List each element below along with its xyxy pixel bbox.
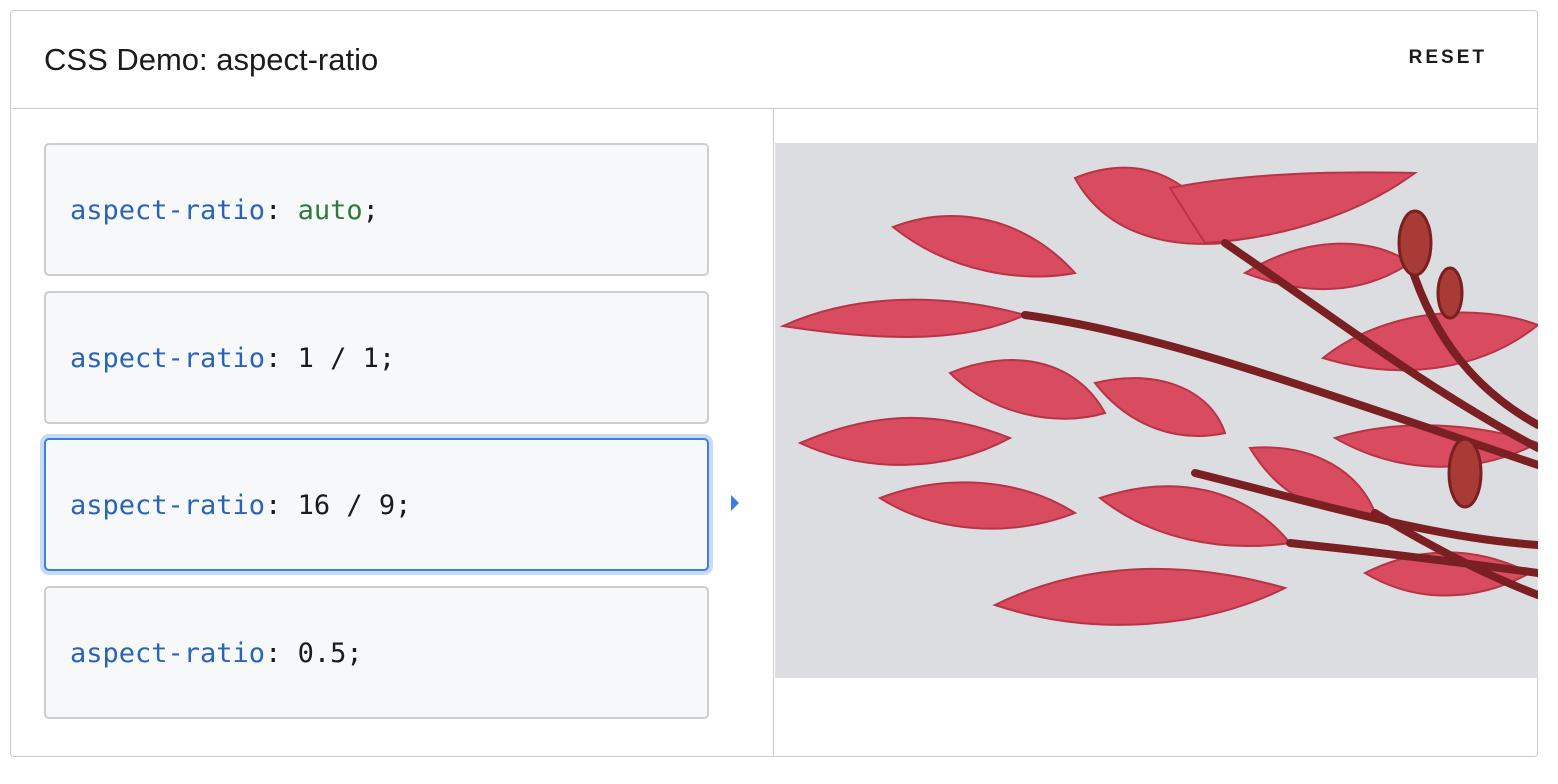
code-options-panel: aspect-ratio: auto; aspect-ratio: 1 / 1;… xyxy=(11,109,774,757)
semicolon: ; xyxy=(362,195,379,226)
property-value: 1 / 1 xyxy=(297,343,379,374)
property-name: aspect-ratio xyxy=(70,195,266,226)
flower-image xyxy=(775,143,1538,678)
demo-frame: CSS Demo: aspect-ratio RESET aspect-rati… xyxy=(10,10,1538,757)
reset-button[interactable]: RESET xyxy=(1409,47,1487,69)
property-name: aspect-ratio xyxy=(70,638,266,669)
preview-panel xyxy=(775,109,1538,757)
selected-indicator-icon xyxy=(731,495,739,511)
property-name: aspect-ratio xyxy=(70,343,266,374)
colon: : xyxy=(265,638,298,669)
option-code: aspect-ratio: 0.5; xyxy=(70,638,363,670)
option-1-1[interactable]: aspect-ratio: 1 / 1; xyxy=(44,291,709,424)
colon: : xyxy=(265,195,298,226)
semicolon: ; xyxy=(378,343,396,374)
red-frangipani-flowers-icon xyxy=(775,143,1538,678)
semicolon: ; xyxy=(395,490,412,521)
page-title: CSS Demo: aspect-ratio xyxy=(44,42,379,77)
property-name: aspect-ratio xyxy=(70,490,266,521)
colon: : xyxy=(265,490,298,521)
option-16-9[interactable]: aspect-ratio: 16 / 9; xyxy=(44,438,709,571)
option-code: aspect-ratio: auto; xyxy=(70,195,379,227)
semicolon: ; xyxy=(346,638,363,669)
option-auto[interactable]: aspect-ratio: auto; xyxy=(44,143,709,276)
property-value: 16 / 9 xyxy=(297,490,396,521)
property-value: auto xyxy=(297,195,363,226)
property-value: 0.5 xyxy=(297,638,347,669)
option-0-5[interactable]: aspect-ratio: 0.5; xyxy=(44,586,709,719)
demo-header: CSS Demo: aspect-ratio RESET xyxy=(11,11,1537,109)
option-code: aspect-ratio: 16 / 9; xyxy=(70,490,411,522)
option-code: aspect-ratio: 1 / 1; xyxy=(70,343,395,375)
colon: : xyxy=(265,343,298,374)
